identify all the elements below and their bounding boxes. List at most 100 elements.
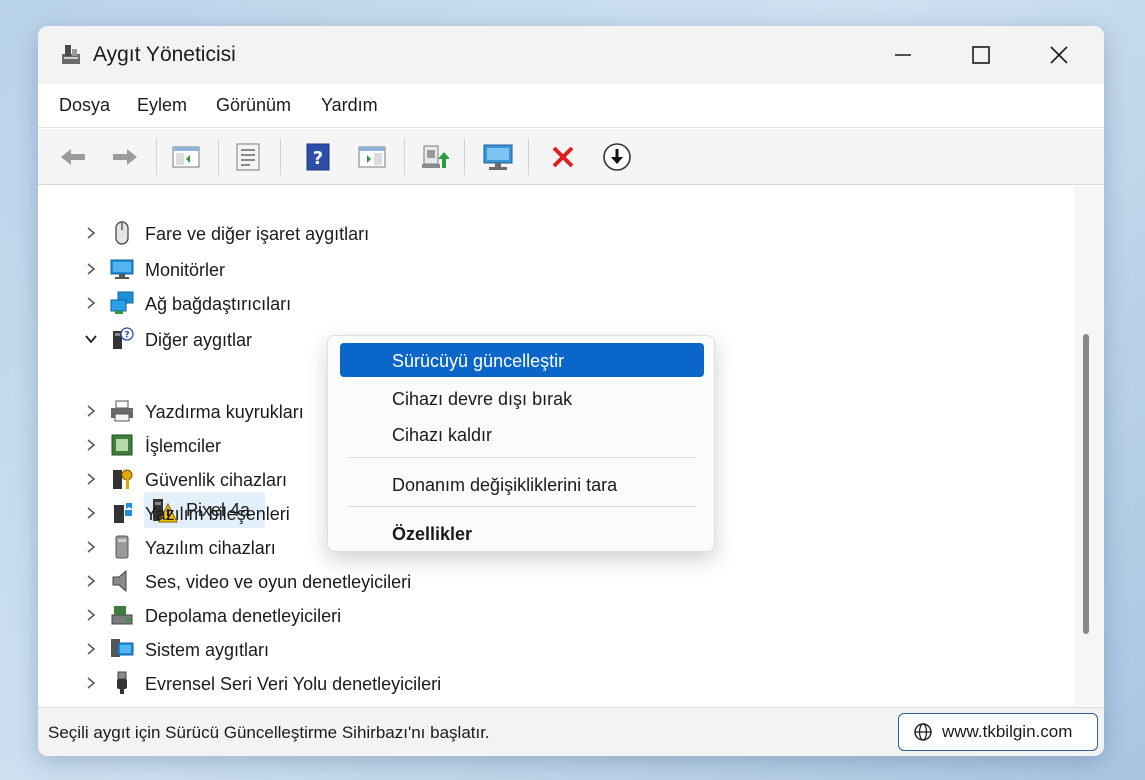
- disable-device-button[interactable]: [601, 141, 633, 173]
- chevron-right-icon[interactable]: [84, 296, 98, 310]
- vertical-scrollbar[interactable]: [1074, 186, 1104, 706]
- device-manager-app-icon: [62, 45, 80, 64]
- context-item-label: Donanım değişikliklerini tara: [392, 475, 618, 495]
- chevron-right-icon[interactable]: [84, 642, 98, 656]
- close-button[interactable]: [1020, 26, 1098, 84]
- usb-icon: [117, 671, 127, 694]
- tree-item-system-devices[interactable]: Sistem aygıtları: [38, 633, 638, 667]
- tree-item-label: Ses, video ve oyun denetleyicileri: [145, 572, 412, 592]
- svg-text:?: ?: [124, 331, 129, 341]
- context-item-scan-hardware[interactable]: Donanım değişikliklerini tara: [340, 467, 704, 501]
- svg-text:?: ?: [313, 148, 323, 169]
- tree-item-monitors[interactable]: Monitörler: [38, 253, 638, 287]
- scrollbar-thumb[interactable]: [1083, 334, 1089, 634]
- system-device-icon: [111, 639, 134, 657]
- forward-button[interactable]: [109, 141, 141, 173]
- maximize-button[interactable]: [942, 26, 1020, 84]
- chevron-right-icon[interactable]: [84, 676, 98, 690]
- tree-item-storage-controllers[interactable]: Depolama denetleyicileri: [38, 599, 638, 633]
- globe-icon: [914, 723, 932, 741]
- scan-hardware-button[interactable]: [482, 141, 514, 173]
- security-key-icon: [113, 469, 133, 489]
- back-arrow-icon: [61, 149, 85, 165]
- tree-item-label: Diğer aygıtlar: [145, 330, 253, 350]
- tree-item-label: Fare ve diğer işaret aygıtları: [145, 224, 370, 244]
- show-hide-console-tree-icon: [172, 146, 200, 168]
- close-icon: [1050, 46, 1068, 64]
- context-item-label: Özellikler: [392, 524, 473, 544]
- tree-item-label: Ağ bağdaştırıcıları: [145, 294, 292, 314]
- tree-item-mouse[interactable]: Fare ve diğer işaret aygıtları: [38, 217, 638, 251]
- maximize-icon: [972, 46, 990, 64]
- chevron-right-icon[interactable]: [84, 540, 98, 554]
- chevron-right-icon[interactable]: [84, 506, 98, 520]
- properties-button[interactable]: [232, 141, 264, 173]
- toolbar-separator: [218, 139, 219, 175]
- status-text: Seçili aygıt için Sürücü Güncelleştirme …: [48, 723, 490, 742]
- tree-item-label: Yazılım bileşenleri: [145, 504, 290, 524]
- chevron-right-icon[interactable]: [84, 608, 98, 622]
- speaker-icon: [112, 569, 127, 593]
- context-item-update-driver[interactable]: Sürücüyü güncelleştir: [340, 343, 704, 377]
- uninstall-button[interactable]: [547, 141, 579, 173]
- title-bar: Aygıt Yöneticisi: [38, 26, 1104, 84]
- menu-yardim[interactable]: Yardım: [321, 95, 378, 116]
- window-title: Aygıt Yöneticisi: [93, 43, 236, 66]
- disable-device-icon: [603, 143, 631, 171]
- storage-controller-icon: [111, 606, 133, 625]
- network-adapter-icon: [110, 291, 134, 314]
- tree-item-sound-video-game[interactable]: Ses, video ve oyun denetleyicileri: [38, 565, 638, 599]
- context-menu-separator: [348, 457, 696, 458]
- status-bar: Seçili aygıt için Sürücü Güncelleştirme …: [38, 707, 1104, 756]
- toolbar-separator: [280, 139, 281, 175]
- context-menu-separator: [348, 506, 696, 507]
- context-item-label: Cihazı devre dışı bırak: [392, 389, 573, 409]
- context-menu: Sürücüyü güncelleştir Cihazı devre dışı …: [327, 335, 715, 552]
- minimize-button[interactable]: [864, 26, 942, 84]
- menu-gorunum[interactable]: Görünüm: [216, 95, 291, 116]
- toolbar-separator: [156, 139, 157, 175]
- website-badge: www.tkbilgin.com: [898, 713, 1098, 751]
- tree-item-label: Güvenlik cihazları: [145, 470, 288, 490]
- toolbar-separator: [404, 139, 405, 175]
- context-item-label: Cihazı kaldır: [392, 425, 493, 445]
- chevron-right-icon[interactable]: [84, 226, 98, 240]
- help-button[interactable]: ?: [302, 141, 334, 173]
- toolbar-separator: [528, 139, 529, 175]
- toolbar: ?: [38, 129, 1104, 185]
- tree-item-label: Sistem aygıtları: [145, 640, 270, 660]
- tree-item-label: Yazılım cihazları: [145, 538, 276, 558]
- back-button[interactable]: [57, 141, 89, 173]
- minimize-icon: [895, 54, 911, 56]
- menu-eylem[interactable]: Eylem: [137, 95, 187, 116]
- tree-item-label: Monitörler: [145, 260, 226, 280]
- chevron-right-icon[interactable]: [84, 438, 98, 452]
- menu-bar: Dosya Eylem Görünüm Yardım: [38, 84, 1104, 128]
- mouse-icon: [115, 221, 129, 245]
- uninstall-icon: [552, 146, 574, 168]
- software-component-icon: [114, 503, 132, 523]
- action-pane-button[interactable]: [356, 141, 388, 173]
- tree-item-usb-controllers[interactable]: Evrensel Seri Veri Yolu denetleyicileri: [38, 667, 638, 701]
- help-icon: ?: [306, 143, 330, 171]
- context-item-uninstall-device[interactable]: Cihazı kaldır: [340, 417, 704, 451]
- unknown-device-icon: ?: [113, 327, 134, 349]
- chevron-right-icon[interactable]: [84, 574, 98, 588]
- properties-icon: [236, 143, 260, 171]
- update-driver-icon: [422, 145, 449, 168]
- show-hide-tree-button[interactable]: [170, 141, 202, 173]
- chevron-right-icon[interactable]: [84, 472, 98, 486]
- monitor-icon: [110, 259, 134, 279]
- chevron-right-icon[interactable]: [84, 262, 98, 276]
- chevron-right-icon[interactable]: [84, 404, 98, 418]
- tree-item-network-adapters[interactable]: Ağ bağdaştırıcıları: [38, 287, 638, 321]
- processor-icon: [111, 434, 133, 456]
- software-device-icon: [115, 535, 129, 559]
- context-item-disable-device[interactable]: Cihazı devre dışı bırak: [340, 381, 704, 415]
- menu-dosya[interactable]: Dosya: [59, 95, 110, 116]
- update-driver-button[interactable]: [418, 141, 450, 173]
- tree-item-label: Evrensel Seri Veri Yolu denetleyicileri: [145, 674, 442, 694]
- context-item-properties[interactable]: Özellikler: [340, 516, 704, 550]
- chevron-down-icon[interactable]: [84, 332, 98, 346]
- toolbar-separator: [464, 139, 465, 175]
